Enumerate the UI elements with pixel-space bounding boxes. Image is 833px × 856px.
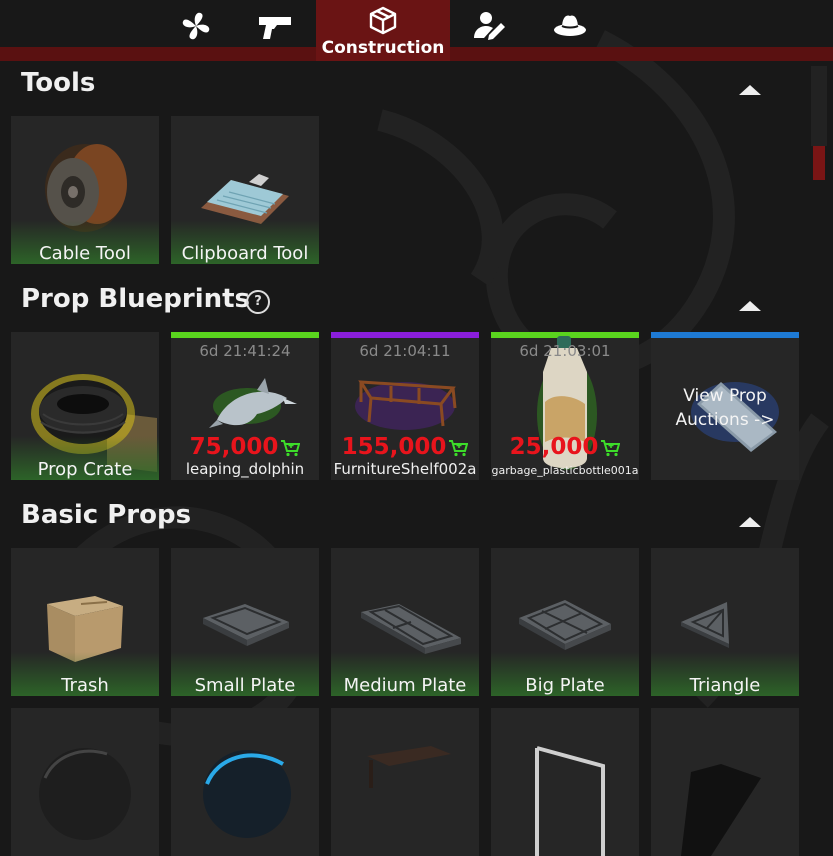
prop-crate[interactable]: Prop Crate	[11, 332, 159, 480]
tab-weapons[interactable]	[245, 0, 305, 52]
basic-prop-small-plate[interactable]: Small Plate	[171, 548, 319, 696]
blueprint-timer: 6d 21:41:24	[199, 342, 291, 360]
blueprint-price: 25,000	[491, 434, 639, 460]
blueprint-timer: 6d 21:03:01	[519, 342, 611, 360]
blueprint-item[interactable]: 6d 21:04:11 155,000 FurnitureShelf002a	[331, 332, 479, 480]
hat-icon	[554, 15, 586, 36]
tool-label: Clipboard Tool	[181, 243, 309, 264]
basic-prop-label: Triangle	[689, 675, 761, 696]
basic-prop-sphere[interactable]	[11, 708, 159, 856]
basic-prop-table[interactable]	[331, 708, 479, 856]
basic-prop-big-plate[interactable]: Big Plate	[491, 548, 639, 696]
blueprint-name: FurnitureShelf002a	[333, 460, 477, 478]
basic-prop-frame[interactable]	[491, 708, 639, 856]
top-tab-bar: Construction	[0, 0, 833, 66]
caret-up-icon	[739, 85, 761, 95]
basic-prop-label: Small Plate	[194, 675, 296, 696]
basic-prop-label: Medium Plate	[343, 675, 467, 696]
blueprint-item[interactable]: 6d 21:41:24 75,000 leaping_dolphin	[171, 332, 319, 480]
basic-prop-ramp[interactable]	[651, 708, 799, 856]
tab-pinwheel[interactable]	[166, 0, 226, 52]
user-edit-icon	[474, 12, 505, 40]
scrollbar-track[interactable]	[811, 66, 827, 146]
cart-icon[interactable]	[600, 439, 621, 457]
basic-prop-medium-plate[interactable]: Medium Plate	[331, 548, 479, 696]
pinwheel-icon	[182, 12, 210, 40]
basic-prop-ring[interactable]	[171, 708, 319, 856]
tab-construction-label: Construction	[321, 38, 445, 58]
frame-icon	[535, 746, 605, 856]
price-value: 25,000	[509, 434, 599, 460]
table-icon	[367, 746, 451, 788]
prop-crate-label: Prop Crate	[37, 459, 133, 480]
cart-icon[interactable]	[280, 439, 301, 457]
blueprint-price: 75,000	[171, 434, 319, 460]
price-value: 75,000	[189, 434, 279, 460]
tool-clipboard[interactable]: Clipboard Tool	[171, 116, 319, 264]
tool-cable[interactable]: Cable Tool	[11, 116, 159, 264]
caret-up-icon	[739, 301, 761, 311]
basic-prop-trash[interactable]: Trash	[11, 548, 159, 696]
collapse-blueprints-button[interactable]	[738, 298, 762, 312]
section-title-tools: Tools	[21, 68, 96, 98]
pistol-icon	[259, 17, 291, 39]
box-icon	[369, 6, 397, 35]
tab-cosmetics[interactable]	[540, 0, 600, 52]
view-auctions-line1: View Prop	[683, 386, 767, 406]
blueprint-name: garbage_plasticbottle001a	[491, 464, 639, 477]
view-prop-auctions-button[interactable]: View Prop Auctions ->	[651, 332, 799, 480]
ramp-icon	[681, 764, 761, 856]
basic-prop-triangle[interactable]: Triangle	[651, 548, 799, 696]
blueprint-name: leaping_dolphin	[185, 460, 305, 478]
view-auctions-label: View Prop Auctions ->	[651, 384, 799, 432]
tab-construction[interactable]: Construction	[316, 0, 450, 61]
price-value: 155,000	[341, 434, 447, 460]
cart-icon[interactable]	[448, 439, 469, 457]
blueprint-timer: 6d 21:04:11	[359, 342, 451, 360]
section-title-blueprints: Prop Blueprints	[21, 284, 251, 314]
basic-prop-label: Trash	[61, 675, 109, 696]
blueprint-price: 155,000	[331, 434, 479, 460]
caret-up-icon	[739, 517, 761, 527]
scrollbar-thumb[interactable]	[813, 146, 825, 180]
basic-prop-label: Big Plate	[525, 675, 605, 696]
collapse-tools-button[interactable]	[738, 82, 762, 96]
tool-label: Cable Tool	[39, 243, 131, 264]
blueprint-item[interactable]: 6d 21:03:01 25,000 garbage_plasticbottle…	[491, 332, 639, 480]
sphere-icon	[39, 748, 131, 840]
collapse-basic-props-button[interactable]	[738, 514, 762, 528]
glowing-ring-icon	[203, 750, 291, 838]
section-title-basic-props: Basic Props	[21, 500, 192, 530]
tab-character[interactable]	[460, 0, 520, 52]
view-auctions-line2: Auctions ->	[675, 410, 775, 430]
help-icon[interactable]: ?	[246, 290, 270, 314]
